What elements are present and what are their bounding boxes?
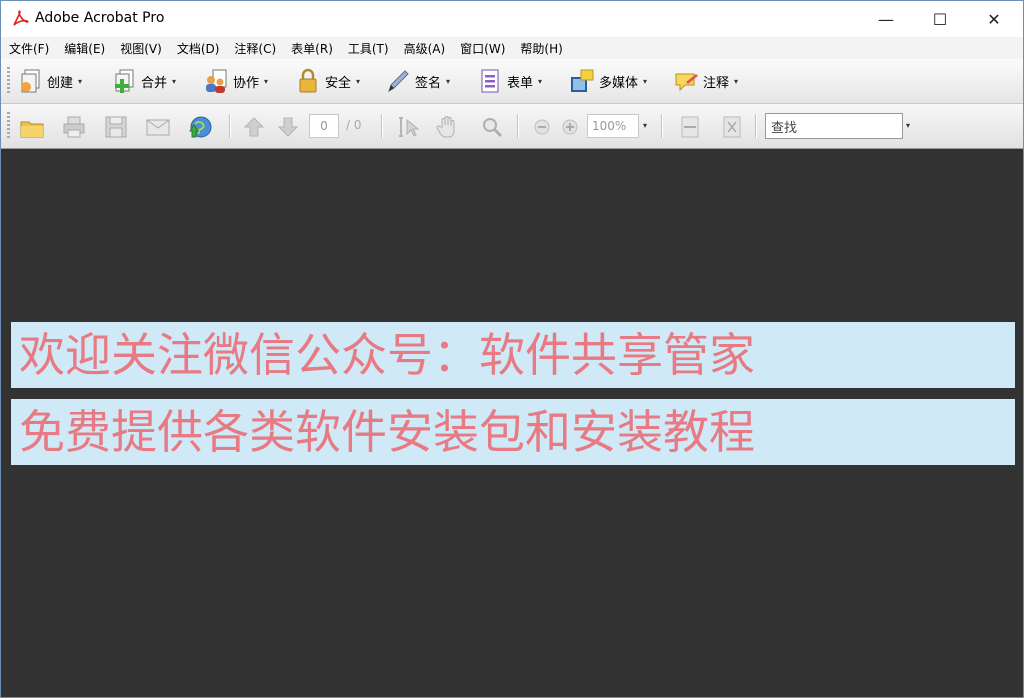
banner-line-1: 欢迎关注微信公众号：软件共享管家 xyxy=(11,322,1015,388)
secure-label: 安全 xyxy=(325,75,352,91)
upload-web-icon[interactable] xyxy=(187,114,213,140)
create-pdf-icon xyxy=(21,69,40,93)
zoom-tool-icon[interactable] xyxy=(479,114,505,140)
collaborate-dropdown-icon: ▾ xyxy=(264,76,269,86)
forms-button[interactable]: 表单 ▾ xyxy=(477,67,542,95)
forms-label: 表单 xyxy=(507,75,534,91)
toolbar-separator xyxy=(517,114,519,138)
menu-bar: 文件(F) 编辑(E) 视图(V) 文档(D) 注释(C) 表单(R) 工具(T… xyxy=(1,37,1023,59)
maximize-button[interactable]: ☐ xyxy=(917,1,963,37)
secure-button[interactable]: 安全 ▾ xyxy=(295,67,360,95)
minimize-button[interactable]: — xyxy=(863,1,909,37)
forms-dropdown-icon: ▾ xyxy=(538,76,543,86)
collaborate-icon xyxy=(206,69,227,93)
multimedia-label: 多媒体 xyxy=(599,75,639,91)
page-total: / 0 xyxy=(346,118,362,132)
previous-page-icon[interactable] xyxy=(241,114,267,140)
sign-dropdown-icon: ▾ xyxy=(446,76,451,86)
lock-icon xyxy=(299,68,317,93)
fit-page-icon[interactable] xyxy=(719,114,745,140)
document-area: 欢迎关注微信公众号：软件共享管家 免费提供各类软件安装包和安装教程 xyxy=(1,149,1023,697)
collaborate-label: 协作 xyxy=(233,75,260,91)
create-label: 创建 xyxy=(47,75,74,91)
create-button[interactable]: 创建 ▾ xyxy=(17,67,82,95)
open-folder-icon[interactable] xyxy=(19,114,45,140)
menu-forms[interactable]: 表单(R) xyxy=(283,40,340,57)
comment-label: 注释 xyxy=(703,75,730,91)
multimedia-icon xyxy=(571,69,594,92)
page-number-input[interactable]: 0 xyxy=(309,114,339,138)
acrobat-window: Adobe Acrobat Pro — ☐ ✕ 文件(F) 编辑(E) 视图(V… xyxy=(0,0,1024,698)
menu-help[interactable]: 帮助(H) xyxy=(512,40,569,57)
toolbar-separator xyxy=(229,114,231,138)
menu-tools[interactable]: 工具(T) xyxy=(340,40,396,57)
banner-line-2: 免费提供各类软件安装包和安装教程 xyxy=(11,399,1015,465)
title-bar: Adobe Acrobat Pro — ☐ ✕ xyxy=(1,1,1023,37)
toolbar-separator xyxy=(755,114,757,138)
create-dropdown-icon: ▾ xyxy=(78,76,83,86)
email-icon[interactable] xyxy=(145,114,171,140)
sign-label: 签名 xyxy=(415,75,442,91)
multimedia-button[interactable]: 多媒体 ▾ xyxy=(569,67,647,95)
toolbar-separator xyxy=(381,114,383,138)
menu-file[interactable]: 文件(F) xyxy=(1,40,56,57)
hand-tool-icon[interactable] xyxy=(435,114,461,140)
collaborate-button[interactable]: 协作 ▾ xyxy=(203,67,268,95)
menu-view[interactable]: 视图(V) xyxy=(112,40,169,57)
comment-dropdown-icon: ▾ xyxy=(734,76,739,86)
combine-label: 合并 xyxy=(141,75,168,91)
menu-window[interactable]: 窗口(W) xyxy=(452,40,512,57)
print-icon[interactable] xyxy=(61,114,87,140)
comment-button[interactable]: 注释 ▾ xyxy=(673,67,738,95)
task-toolbar: 创建 ▾ 合并 ▾ 协作 ▾ 安全 ▾ 签名 ▾ 表单 ▾ 多媒体 ▾ 注释 ▾ xyxy=(1,59,1023,104)
acrobat-logo-icon xyxy=(13,10,29,26)
multimedia-dropdown-icon: ▾ xyxy=(643,76,648,86)
comment-bubble-icon xyxy=(675,73,698,92)
window-title: Adobe Acrobat Pro xyxy=(35,10,165,26)
toolbar-grip[interactable] xyxy=(7,67,10,95)
secure-dropdown-icon: ▾ xyxy=(356,76,361,86)
save-icon[interactable] xyxy=(103,114,129,140)
toolbar-grip[interactable] xyxy=(7,112,10,140)
combine-dropdown-icon: ▾ xyxy=(172,76,177,86)
pen-icon xyxy=(388,70,409,93)
zoom-in-icon[interactable] xyxy=(557,114,583,140)
menu-comments[interactable]: 注释(C) xyxy=(226,40,283,57)
close-button[interactable]: ✕ xyxy=(971,1,1017,37)
toolbar-separator xyxy=(661,114,663,138)
next-page-icon[interactable] xyxy=(275,114,301,140)
zoom-out-icon[interactable] xyxy=(529,114,555,140)
zoom-level-input[interactable]: 100% xyxy=(587,114,639,138)
sign-button[interactable]: 签名 ▾ xyxy=(385,67,450,95)
zoom-dropdown-icon[interactable]: ▾ xyxy=(643,121,647,130)
menu-advanced[interactable]: 高级(A) xyxy=(396,40,453,57)
search-dropdown-icon[interactable]: ▾ xyxy=(906,121,910,130)
menu-document[interactable]: 文档(D) xyxy=(169,40,227,57)
select-text-icon[interactable] xyxy=(395,114,421,140)
fit-width-icon[interactable] xyxy=(677,114,703,140)
combine-button[interactable]: 合并 ▾ xyxy=(111,67,176,95)
form-icon xyxy=(481,69,499,93)
menu-edit[interactable]: 编辑(E) xyxy=(56,40,112,57)
search-input[interactable] xyxy=(765,113,903,139)
combine-files-icon xyxy=(115,69,134,93)
